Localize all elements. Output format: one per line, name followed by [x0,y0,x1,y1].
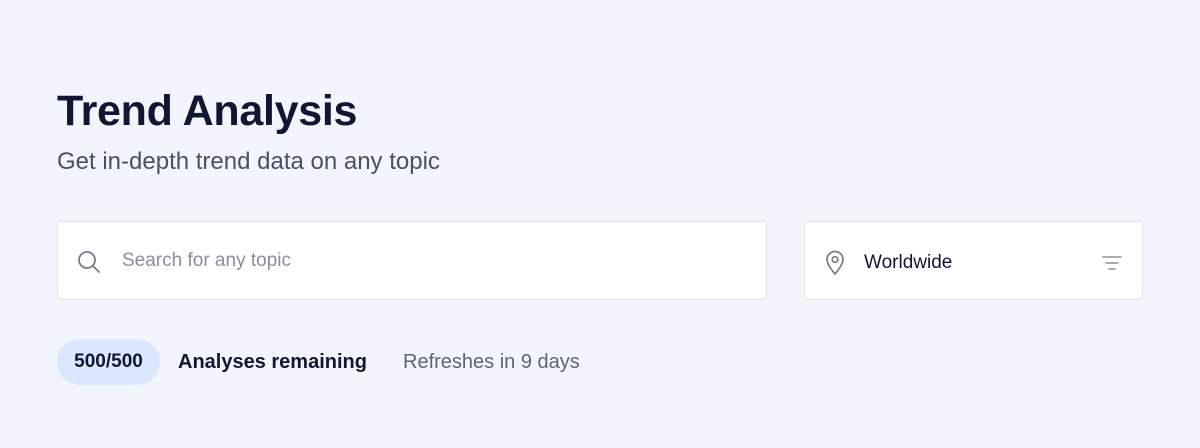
trend-analysis-page: Trend Analysis Get in-depth trend data o… [57,0,1143,448]
location-pin-icon [824,250,846,276]
search-icon [77,250,101,274]
filter-icon[interactable] [1102,255,1122,271]
refresh-note: Refreshes in 9 days [403,351,580,373]
location-selector[interactable]: Worldwide [804,221,1143,300]
quota-label: Analyses remaining [178,351,367,373]
page-subtitle: Get in-depth trend data on any topic [57,148,440,175]
page-title: Trend Analysis [57,86,358,135]
quota-badge: 500/500 [57,339,160,385]
location-label: Worldwide [864,252,953,273]
search-input[interactable] [122,244,742,278]
search-box[interactable] [57,221,767,300]
